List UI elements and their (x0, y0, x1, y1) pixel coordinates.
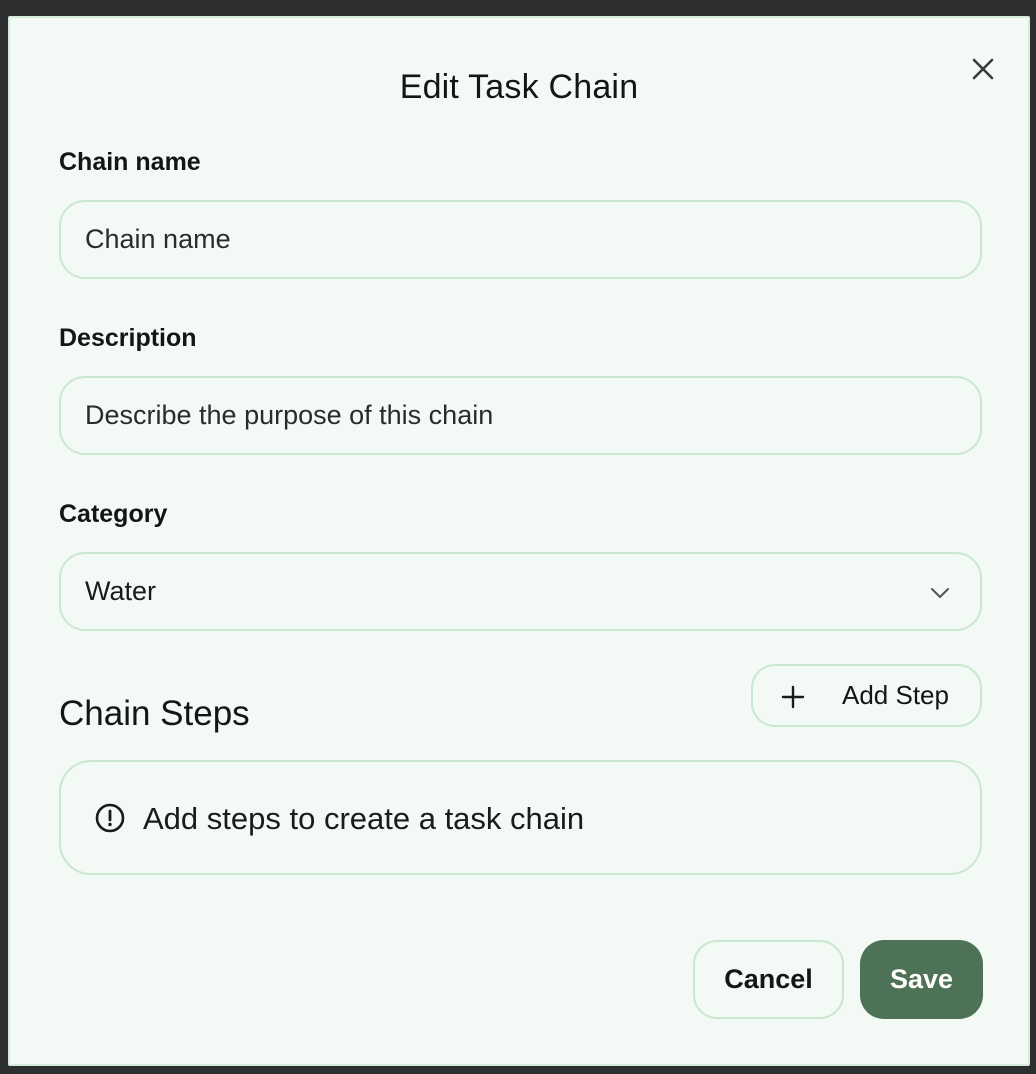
description-label: Description (59, 324, 197, 352)
category-select[interactable]: Water (59, 552, 982, 631)
plus-icon (781, 685, 805, 709)
chain-name-label: Chain name (59, 148, 201, 176)
category-selected-value: Water (85, 576, 157, 606)
close-icon (972, 58, 994, 80)
description-input[interactable] (61, 378, 980, 453)
steps-empty-state: Add steps to create a task chain (59, 760, 982, 875)
chain-steps-heading: Chain Steps (59, 694, 250, 733)
dialog-title: Edit Task Chain (399, 68, 639, 106)
add-step-button[interactable]: Add Step (751, 664, 982, 727)
category-label: Category (59, 500, 168, 528)
chevron-down-icon (931, 588, 949, 598)
close-button[interactable] (968, 54, 998, 84)
chain-name-field[interactable] (59, 200, 982, 279)
chain-name-input[interactable] (61, 202, 980, 277)
description-field[interactable] (59, 376, 982, 455)
cancel-button[interactable]: Cancel (693, 940, 844, 1019)
empty-steps-message: Add steps to create a task chain (143, 801, 585, 836)
edit-task-chain-dialog: Edit Task Chain Chain name Description C… (8, 16, 1030, 1066)
save-button[interactable]: Save (860, 940, 983, 1019)
add-step-label: Add Step (842, 680, 949, 710)
alert-circle-icon (95, 803, 125, 833)
